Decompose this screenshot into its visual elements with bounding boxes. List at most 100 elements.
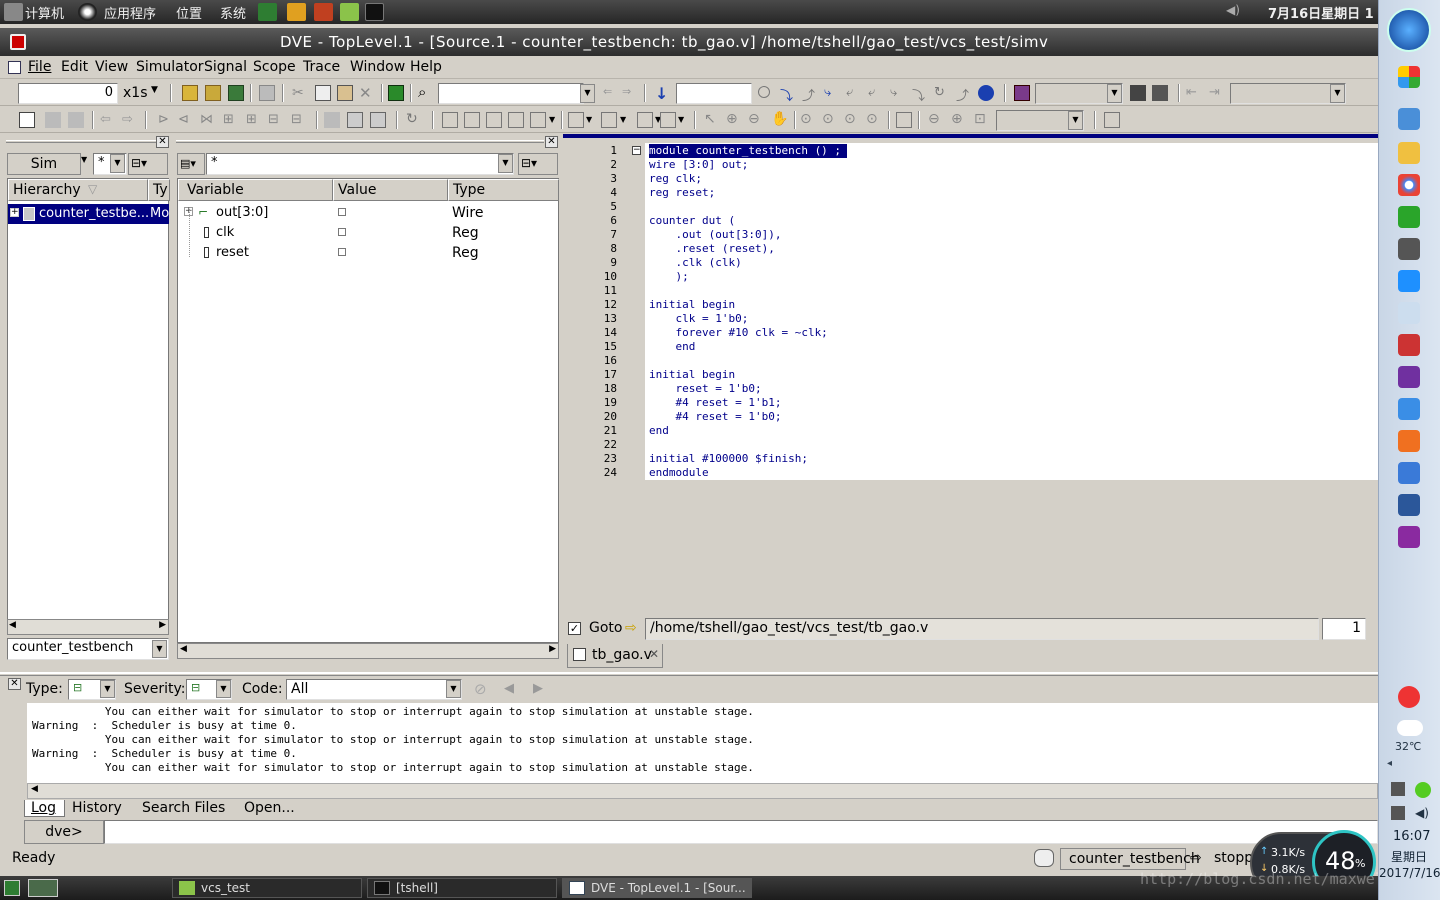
paint-icon[interactable]	[1398, 398, 1420, 420]
trace-fanin-icon[interactable]: ⊟	[268, 112, 284, 128]
sim-time-field[interactable]: 0	[18, 83, 118, 104]
new-page-icon[interactable]	[19, 112, 35, 128]
table-icon[interactable]	[1104, 112, 1120, 128]
scroll-right-icon[interactable]: ▶	[159, 620, 166, 630]
search-input[interactable]	[438, 83, 584, 104]
clear-filter-icon[interactable]: ⊘	[474, 680, 487, 698]
zoom-chevron-down-icon[interactable]: ▼	[1068, 111, 1083, 130]
code-line[interactable]: reg clk;	[649, 172, 702, 186]
code-line[interactable]: counter dut (	[649, 214, 735, 228]
stop-icon[interactable]	[758, 86, 770, 98]
volume-icon[interactable]: ◀)	[1226, 3, 1245, 21]
step-down-icon[interactable]: ↓	[655, 84, 671, 103]
down-scope-icon[interactable]	[68, 112, 84, 128]
expand-icon[interactable]	[896, 112, 912, 128]
code-line[interactable]: initial begin	[649, 368, 735, 382]
photo-viewer-icon[interactable]	[1398, 66, 1420, 88]
window-chevron-down-icon[interactable]: ▼	[620, 115, 626, 124]
menu-edit[interactable]: Edit	[61, 59, 88, 75]
code-line[interactable]: .reset (reset),	[649, 242, 774, 256]
variable-col-header[interactable]: Variable	[178, 179, 333, 201]
hierarchy-type-col-header[interactable]: Ty	[148, 179, 170, 201]
value-expand-icon[interactable]	[338, 248, 346, 256]
tab-open[interactable]: Open...	[244, 800, 295, 816]
sim-mode-chevron-down-icon[interactable]: ▼	[81, 155, 87, 164]
edge-icon[interactable]	[1398, 462, 1420, 484]
ie-icon[interactable]	[1398, 206, 1420, 228]
window-icon[interactable]	[601, 112, 617, 128]
calculator-icon[interactable]	[1398, 302, 1420, 324]
prev-message-icon[interactable]: ◀	[504, 681, 514, 696]
tab-history[interactable]: History	[72, 800, 122, 816]
qq-icon[interactable]	[1398, 270, 1420, 292]
signal-chevron-down-icon[interactable]: ▼	[1107, 84, 1122, 103]
step-back-icon[interactable]: ⤶	[868, 85, 884, 101]
zoom-fit-icon[interactable]: ⊙	[800, 111, 816, 127]
find-binoculars-icon[interactable]: ⌕	[418, 83, 434, 101]
control-panel-icon[interactable]	[1398, 108, 1420, 130]
view-chevron-down-icon[interactable]: ▼	[549, 115, 555, 124]
variable-filter-chevron-down-icon[interactable]: ▼	[498, 154, 513, 173]
code-line[interactable]: module counter_testbench () ;	[649, 144, 848, 158]
add-wave-icon[interactable]	[1130, 85, 1146, 101]
forward-icon[interactable]: ⇥	[1209, 85, 1225, 101]
value-expand-icon[interactable]	[338, 228, 346, 236]
line-number-field[interactable]: 1	[1322, 618, 1366, 640]
app-icon[interactable]	[10, 34, 26, 50]
schematic-icon[interactable]	[1014, 85, 1030, 101]
menu-places[interactable]: 位置	[176, 3, 202, 22]
goto-arrow-icon[interactable]: ⇨	[625, 620, 637, 636]
code-line[interactable]: wire [3:0] out;	[649, 158, 748, 172]
next-scope-icon[interactable]: ⇨	[122, 112, 138, 128]
window-menu-icon[interactable]	[8, 61, 21, 74]
layout-icon[interactable]	[568, 112, 584, 128]
file-path-field[interactable]: /home/tshell/gao_test/vcs_test/tb_gao.v	[645, 618, 1319, 640]
start-orb-icon[interactable]	[1387, 8, 1431, 52]
load-icon[interactable]: ⊲	[178, 112, 194, 128]
tray-time[interactable]: 16:07	[1393, 829, 1430, 844]
sort-icon[interactable]: ▽	[88, 182, 97, 196]
wave-view-icon[interactable]	[464, 112, 480, 128]
copy-icon[interactable]	[315, 85, 331, 101]
grid-icon[interactable]	[324, 112, 340, 128]
trace-drivers-icon[interactable]: ⊞	[223, 112, 239, 128]
code-line[interactable]: initial begin	[649, 298, 735, 312]
find-prev-icon[interactable]: ⇐	[603, 85, 619, 101]
variable-options-icon[interactable]: ⊟▾	[518, 153, 558, 175]
tab-search-files[interactable]: Search Files	[142, 800, 225, 816]
expand-tray-icon[interactable]: ◂	[1387, 758, 1392, 769]
code-line[interactable]: initial #100000 $finish;	[649, 452, 808, 466]
variable-filter-input[interactable]: *	[206, 153, 514, 175]
terminal-launcher-icon[interactable]	[365, 3, 384, 21]
time-unit-select[interactable]: x1s	[123, 85, 148, 101]
code-line[interactable]: end	[649, 340, 695, 354]
hierarchy-hscrollbar[interactable]: ◀ ▶	[7, 619, 169, 635]
prev-scope-icon[interactable]: ⇦	[100, 112, 116, 128]
menu-signal[interactable]: Signal	[204, 59, 247, 75]
hierarchy-options-icon[interactable]: ⊟▾	[128, 153, 168, 175]
add-icon[interactable]	[1415, 782, 1431, 798]
code-line[interactable]: .out (out[3:0]),	[649, 228, 781, 242]
zoom-next-icon[interactable]: ⊕	[951, 111, 967, 127]
message-icon[interactable]	[1034, 849, 1054, 867]
menu-applications[interactable]: 应用程序	[104, 3, 156, 22]
goto-checkbox[interactable]: ✓	[568, 622, 581, 635]
trace-x-icon[interactable]: ⋈	[200, 112, 216, 128]
annotate-icon[interactable]	[347, 112, 363, 128]
console-close-icon[interactable]: ✕	[8, 678, 21, 690]
type-col-header[interactable]: Type	[448, 179, 559, 201]
command-input[interactable]	[104, 820, 1378, 844]
matlab-launcher-icon[interactable]	[314, 3, 333, 21]
memory-view-icon[interactable]	[530, 112, 546, 128]
delete-wave-icon[interactable]	[1152, 85, 1168, 101]
menu-window[interactable]: Window	[350, 59, 405, 75]
select-pointer-icon[interactable]: ↖	[704, 111, 720, 127]
image-icon[interactable]	[1398, 430, 1420, 452]
paste-icon[interactable]	[337, 85, 353, 101]
up-scope-icon[interactable]	[45, 112, 61, 128]
pan-hand-icon[interactable]: ✋	[771, 111, 788, 127]
files-launcher-icon[interactable]	[340, 3, 359, 21]
onenote2-icon[interactable]	[1398, 526, 1420, 548]
speaker-icon[interactable]: ◀)	[1415, 806, 1429, 820]
task-vcs-test[interactable]: vcs_test	[172, 878, 362, 898]
